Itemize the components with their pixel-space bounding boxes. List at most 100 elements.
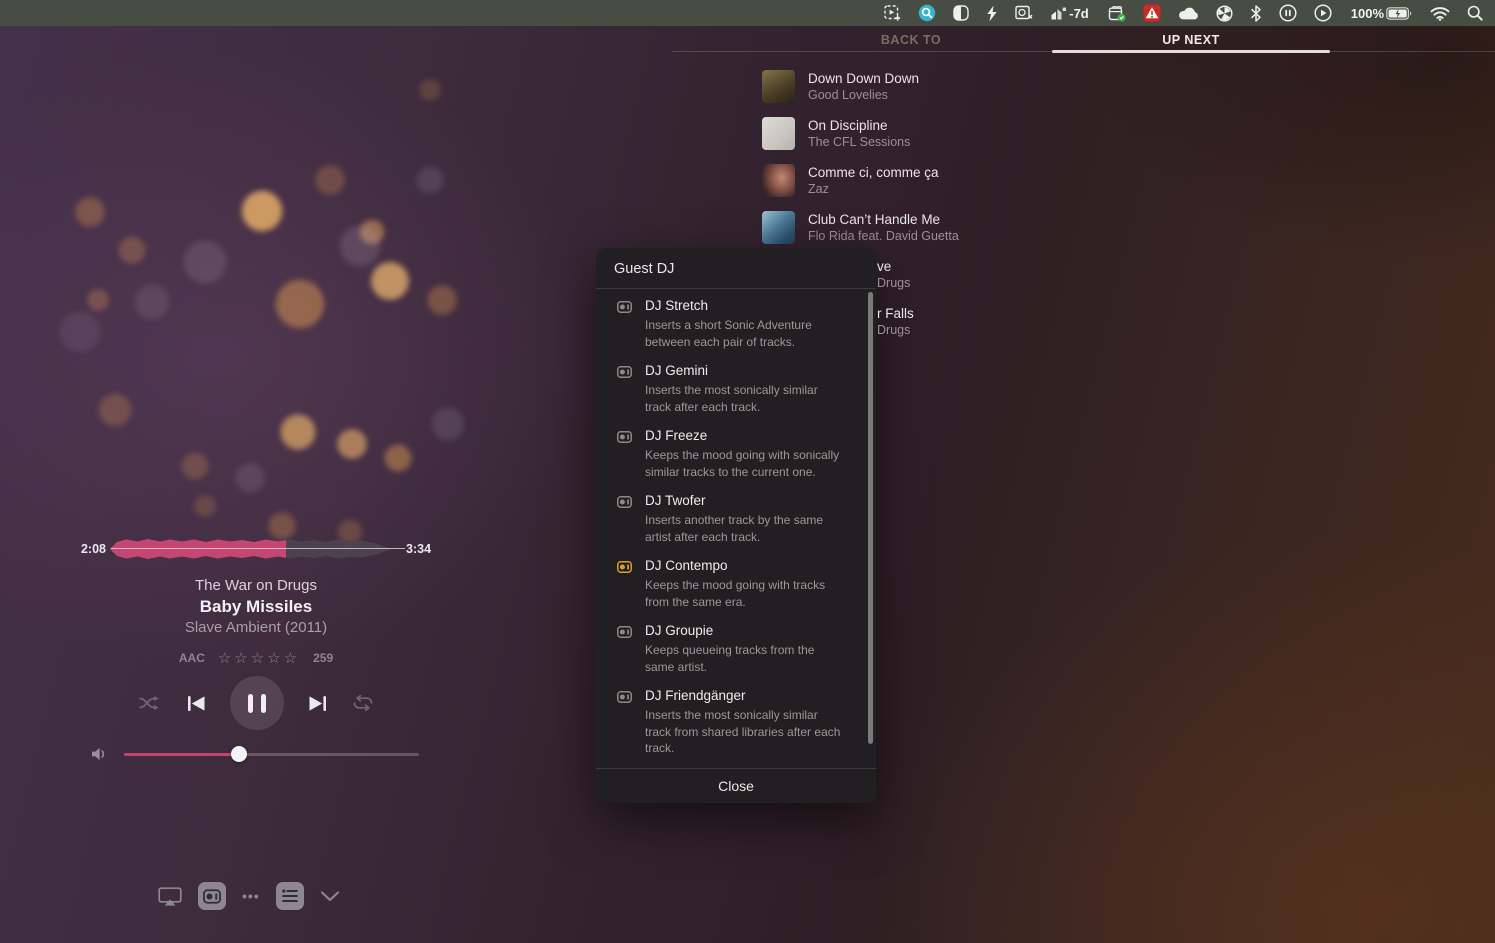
queue-track-artist: Drugs <box>877 323 911 337</box>
package-status-icon[interactable] <box>1108 5 1126 22</box>
pause-button[interactable] <box>230 676 284 730</box>
artist-name: The War on Drugs <box>195 577 317 594</box>
photo-ocr-icon[interactable] <box>1015 5 1033 21</box>
dj-option-description: Keeps the mood going with sonically simi… <box>645 448 840 479</box>
airplay-icon[interactable] <box>158 886 182 906</box>
record-circle-icon[interactable] <box>1279 4 1297 22</box>
queue-track-title: ve <box>877 259 892 274</box>
dj-option[interactable]: DJ Friendgänger Inserts the most sonicall… <box>617 688 846 757</box>
rating-stars[interactable]: ☆☆☆☆☆ <box>218 649 300 667</box>
album-art-thumbnail <box>762 164 795 197</box>
format-badge: AAC <box>178 651 205 665</box>
close-button[interactable]: Close <box>596 768 876 803</box>
dj-icon <box>617 496 632 545</box>
dj-option-name: DJ Groupie <box>645 623 714 638</box>
dj-icon <box>617 561 632 610</box>
dj-icon <box>617 366 632 415</box>
battery-icon[interactable]: 100% <box>1349 7 1413 20</box>
up-next-row-partial[interactable]: r Falls Drugs <box>877 305 914 338</box>
album-name: Slave Ambient (2011) <box>184 619 328 636</box>
up-next-row[interactable]: Down Down Down Good Lovelies <box>762 70 1162 103</box>
bluetooth-icon[interactable] <box>1250 4 1262 22</box>
dj-option[interactable]: DJ Gemini Inserts the most sonically simi… <box>617 363 846 415</box>
speaker-icon[interactable] <box>90 746 110 762</box>
spotlight-search-icon[interactable] <box>1467 5 1483 21</box>
queue-list-button[interactable] <box>275 882 304 910</box>
app-window: -7d 100% BACK TO UP NEXT Down Down Down Go… <box>0 0 1495 943</box>
next-track-button[interactable] <box>308 695 328 712</box>
dj-option[interactable]: DJ Freeze Keeps the mood going with sonic… <box>617 428 846 480</box>
bottom-toolbar: ••• <box>158 882 340 910</box>
queue-track-title: On Discipline <box>808 118 888 133</box>
dialog-scrollbar[interactable] <box>868 292 873 744</box>
play-count: 259 <box>313 651 334 665</box>
dj-option[interactable]: DJ Groupie Keeps queueing tracks from the… <box>617 623 846 675</box>
volume-row <box>0 741 512 767</box>
dj-option-name: DJ Friendgänger <box>645 688 746 703</box>
dj-option-description: Inserts a short Sonic Adventure between … <box>645 318 812 349</box>
wifi-icon[interactable] <box>1430 6 1450 21</box>
album-art-thumbnail <box>762 117 795 150</box>
duration-time: 3:34 <box>406 542 432 556</box>
track-meta: AAC ☆☆☆☆☆ 259 <box>0 649 512 667</box>
dj-icon <box>617 691 632 757</box>
dj-icon <box>617 301 632 350</box>
dj-option-name: DJ Freeze <box>645 428 708 443</box>
waveform-centerline <box>111 548 405 549</box>
dj-option-description: Inserts the most sonically similar track… <box>645 383 818 414</box>
dj-option-name: DJ Contempo <box>645 558 728 573</box>
waveform[interactable] <box>110 531 394 572</box>
screen-capture-icon[interactable] <box>884 4 901 22</box>
queue-track-title: Club Can’t Handle Me <box>808 212 941 227</box>
volume-fill <box>124 752 240 756</box>
tab-up-next[interactable]: UP NEXT <box>1162 33 1219 47</box>
dj-option-description: Keeps queueing tracks from the same arti… <box>645 643 815 674</box>
dj-option-description: Keeps the mood going with tracks from th… <box>645 578 826 609</box>
play-circle-icon[interactable] <box>1314 4 1332 22</box>
menu-bar: -7d 100% <box>0 0 1495 26</box>
lightning-icon[interactable] <box>986 5 998 22</box>
dj-option-description: Inserts the most sonically similar track… <box>645 708 841 755</box>
dj-option[interactable]: DJ Twofer Inserts another track by the sa… <box>617 493 846 545</box>
dj-icon <box>617 626 632 675</box>
warning-alert-icon[interactable] <box>1143 4 1161 22</box>
dj-option[interactable]: DJ Stretch Inserts a short Sonic Adventur… <box>617 298 846 350</box>
data-meter-icon[interactable]: -7d <box>1050 6 1091 21</box>
album-art-thumbnail <box>762 211 795 244</box>
search-app-icon[interactable] <box>918 4 936 22</box>
guest-dj-dialog: Guest DJ DJ Stretch Inserts a short Sonic… <box>596 248 876 803</box>
dj-option-name: DJ Gemini <box>645 363 709 378</box>
dialog-title: Guest DJ <box>596 248 876 289</box>
track-title: Baby Missiles <box>199 597 313 616</box>
repeat-icon[interactable] <box>352 694 374 712</box>
volume-thumb[interactable] <box>231 746 248 762</box>
more-options-icon[interactable]: ••• <box>242 888 260 904</box>
queue-track-artist: Good Lovelies <box>808 88 888 102</box>
up-next-row[interactable]: On Discipline The CFL Sessions <box>762 117 1162 150</box>
track-info: The War on Drugs Baby Missiles Slave Amb… <box>0 575 512 638</box>
display-contrast-icon[interactable] <box>953 5 969 21</box>
dj-option-name: DJ Twofer <box>645 493 706 508</box>
shuffle-icon[interactable] <box>138 695 162 711</box>
queue-track-artist: The CFL Sessions <box>808 135 911 149</box>
album-art-thumbnail <box>762 70 795 103</box>
queue-track-title: r Falls <box>877 306 914 321</box>
tab-active-underline <box>1052 49 1330 53</box>
dj-icon <box>617 431 632 480</box>
volume-slider[interactable] <box>124 746 419 762</box>
activity-pie-icon[interactable] <box>1216 4 1233 22</box>
previous-track-button[interactable] <box>186 695 206 712</box>
elapsed-time: 2:08 <box>80 542 106 556</box>
tab-back-to[interactable]: BACK TO <box>881 33 941 47</box>
chevron-down-icon[interactable] <box>320 890 340 902</box>
up-next-row-partial[interactable]: ve Drugs <box>877 258 910 291</box>
cloud-icon[interactable] <box>1178 6 1199 20</box>
up-next-row[interactable]: Comme ci, comme ça Zaz <box>762 164 1162 197</box>
up-next-list: Down Down Down Good Lovelies On Discipline… <box>762 70 1162 258</box>
guest-dj-button[interactable] <box>198 882 226 910</box>
dj-option-description: Inserts another track by the same artist… <box>645 513 824 544</box>
queue-track-artist: Drugs <box>877 276 911 290</box>
dj-option[interactable]: DJ Contempo Keeps the mood going with tra… <box>617 558 846 610</box>
up-next-row[interactable]: Club Can’t Handle Me Flo Rida feat. David… <box>762 211 1162 244</box>
queue-track-title: Down Down Down <box>808 71 920 86</box>
